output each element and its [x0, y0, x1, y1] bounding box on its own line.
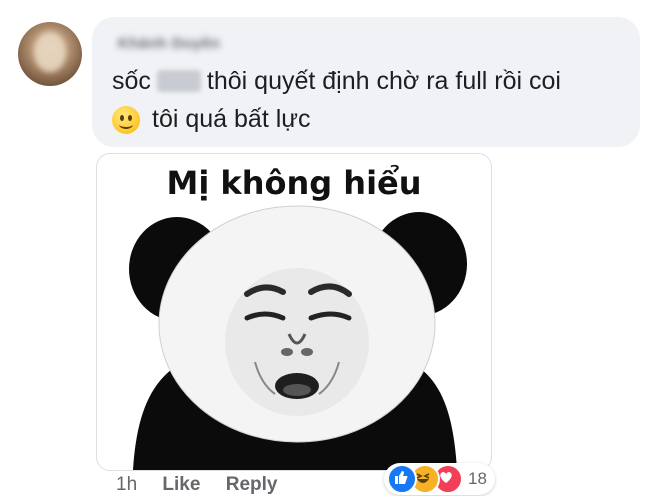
comment-text-start: sốc	[112, 67, 151, 95]
comment-bubble: Khánh Duyên sốc thôi quyết định chờ ra fu…	[92, 17, 640, 147]
smiley-face-icon	[112, 105, 140, 134]
reaction-count: 18	[468, 469, 487, 488]
comment-text-second-line: tôi quá bất lực	[152, 105, 311, 133]
reply-button[interactable]: Reply	[226, 474, 278, 495]
like-button[interactable]: Like	[162, 474, 200, 495]
redacted-word	[156, 70, 201, 92]
comment-text-line-1: sốc thôi quyết định chờ ra full rồi coi	[112, 67, 561, 96]
commenter-avatar[interactable]	[18, 22, 82, 86]
reaction-summary[interactable]: 18	[384, 463, 495, 495]
comment-timestamp[interactable]: 1h	[116, 474, 137, 495]
comment-text-line-2: tôi quá bất lực	[112, 105, 311, 134]
sticker-caption: Mị không hiểu	[166, 164, 422, 202]
comment-text-rest: thôi quyết định chờ ra full rồi coi	[206, 67, 561, 95]
comment-sticker[interactable]: Mị không hiểu	[96, 153, 492, 471]
comment-actions: 1h Like Reply	[116, 474, 297, 496]
avatar-photo	[34, 32, 66, 72]
comment-author-name[interactable]: Khánh Duyên	[118, 35, 220, 52]
like-reaction-icon	[387, 464, 417, 494]
